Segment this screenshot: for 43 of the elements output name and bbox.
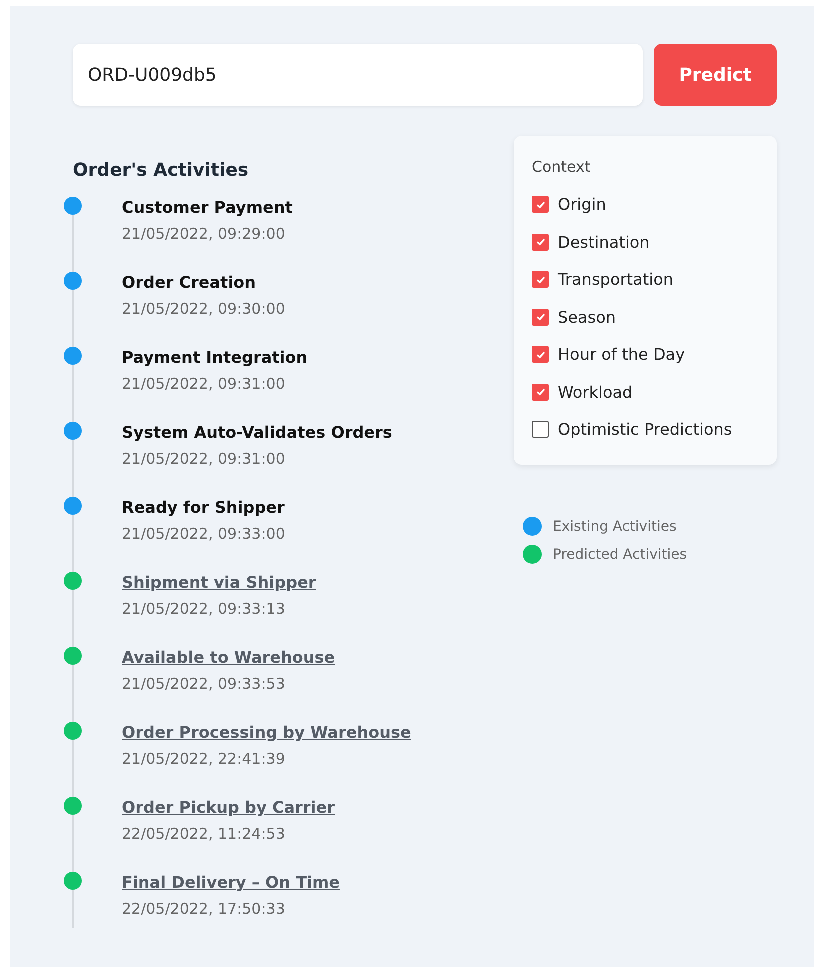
- predict-button[interactable]: Predict: [654, 44, 777, 106]
- checkbox-label: Hour of the Day: [558, 345, 686, 364]
- activity-name: System Auto-Validates Orders: [122, 422, 392, 444]
- checkbox-label: Origin: [558, 195, 606, 214]
- activity-time: 21/05/2022, 09:30:00: [122, 300, 286, 318]
- activity-time: 21/05/2022, 22:41:39: [122, 750, 286, 768]
- checkbox[interactable]: [532, 308, 549, 326]
- predicted-activity-link[interactable]: Order Processing by Warehouse: [122, 722, 412, 744]
- activity-name: Customer Payment: [122, 197, 293, 219]
- predicted-activity-link[interactable]: Final Delivery – On Time: [122, 872, 340, 894]
- activity-time: 21/05/2022, 09:33:13: [122, 600, 286, 618]
- checkmark-icon: [534, 311, 546, 324]
- activity-name: Ready for Shipper: [122, 497, 286, 519]
- activity-time: 21/05/2022, 09:29:00: [122, 225, 286, 243]
- activity-time: 21/05/2022, 09:33:53: [122, 675, 286, 693]
- activity-name: Order Creation: [122, 272, 258, 294]
- checkmark-icon: [534, 386, 546, 398]
- activity-time: 21/05/2022, 09:31:00: [122, 375, 286, 393]
- checkbox-label: Destination: [558, 232, 650, 252]
- section-title: Order's Activities: [73, 160, 250, 181]
- checkbox[interactable]: [532, 271, 549, 288]
- checkbox-label: Transportation: [558, 270, 674, 290]
- checkbox[interactable]: [532, 384, 549, 401]
- checkbox[interactable]: [532, 234, 549, 251]
- checkbox[interactable]: [532, 346, 549, 364]
- predicted-activity-link[interactable]: Order Pickup by Carrier: [122, 797, 336, 819]
- checkbox[interactable]: [532, 196, 549, 214]
- checkbox-label: Season: [558, 308, 616, 327]
- predicted-activity-link[interactable]: Available to Warehouse: [122, 647, 336, 669]
- context-title: Context: [532, 158, 592, 176]
- checkbox-label: Workload: [558, 382, 633, 402]
- checkbox[interactable]: [532, 421, 549, 438]
- activity-time: 21/05/2022, 09:31:00: [122, 450, 286, 468]
- legend-label: Existing Activities: [553, 518, 677, 534]
- checkmark-icon: [534, 236, 546, 248]
- order-id-field[interactable]: ORD-U009db5: [73, 44, 643, 106]
- checkbox-label: Optimistic Predictions: [558, 420, 732, 440]
- predicted-activity-link[interactable]: Shipment via Shipper: [122, 572, 316, 594]
- activity-name: Payment Integration: [122, 347, 308, 369]
- activity-time: 22/05/2022, 11:24:53: [122, 825, 286, 843]
- legend-label: Predicted Activities: [553, 546, 688, 562]
- activity-time: 21/05/2022, 09:33:00: [122, 525, 286, 543]
- activity-time: 22/05/2022, 17:50:33: [122, 900, 286, 918]
